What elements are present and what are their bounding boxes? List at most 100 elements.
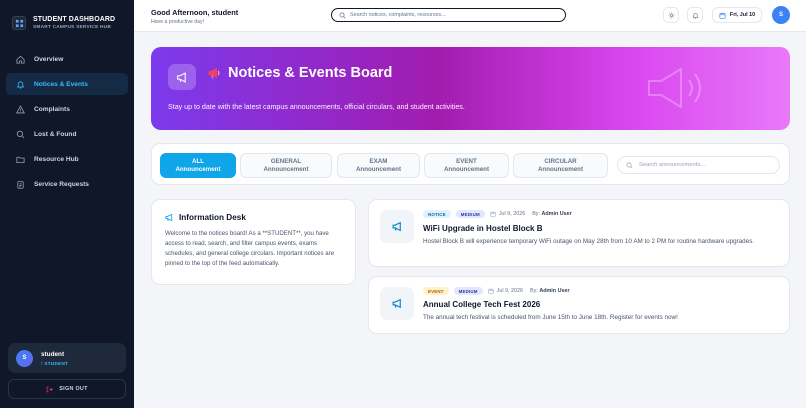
user-role: ⁞ STUDENT bbox=[41, 360, 69, 366]
sidebar-item-label: Overview bbox=[34, 55, 64, 63]
clipboard-icon bbox=[15, 179, 25, 189]
brand-title: STUDENT DASHBOARD bbox=[33, 16, 116, 23]
info-desk-title: Information Desk bbox=[179, 213, 246, 222]
user-name: student bbox=[41, 350, 65, 358]
notice-author: By: Admin User bbox=[532, 211, 572, 217]
filter-general-button[interactable]: GENERAL Announcement bbox=[240, 153, 332, 178]
priority-badge: MEDIUM bbox=[455, 210, 485, 218]
search-icon bbox=[339, 12, 346, 19]
sidebar-item-label: Notices & Events bbox=[34, 80, 88, 88]
dashboard-grid-icon bbox=[12, 16, 26, 30]
filter-sublabel: Announcement bbox=[175, 165, 221, 173]
notice-description: The annual tech festival is scheduled fr… bbox=[423, 314, 678, 321]
author-name: Admin User bbox=[541, 211, 572, 217]
greeting-title: Good Afternoon, student bbox=[151, 8, 239, 17]
sidebar-item-label: Resource Hub bbox=[34, 155, 79, 163]
information-desk: Information Desk Welcome to the notices … bbox=[151, 199, 356, 285]
megaphone-icon bbox=[165, 213, 173, 222]
sidebar-item-service-requests[interactable]: Service Requests bbox=[6, 173, 128, 195]
filter-sublabel: Announcement bbox=[355, 165, 402, 173]
filter-event-button[interactable]: EVENT Announcement bbox=[424, 153, 509, 178]
notice-meta: NOTICE MEDIUM Jul 9, 2026 By: Admin User bbox=[423, 210, 572, 218]
notice-card[interactable]: EVENT MEDIUM Jul 9, 2026 By: Admin User … bbox=[368, 276, 790, 334]
notice-date: Jul 9, 2026 bbox=[488, 288, 523, 294]
sidebar-item-label: Complaints bbox=[34, 105, 70, 113]
global-search[interactable] bbox=[331, 8, 566, 22]
megaphone-icon bbox=[168, 64, 196, 90]
bell-icon bbox=[15, 79, 25, 89]
calendar-icon bbox=[719, 12, 726, 19]
brand[interactable]: STUDENT DASHBOARD SMART CAMPUS SERVICE H… bbox=[0, 0, 134, 34]
info-desk-text: Welcome to the notices board! As a **STU… bbox=[165, 230, 335, 267]
theme-toggle-button[interactable] bbox=[663, 7, 679, 23]
notice-description: Hostel Block B will experience temporary… bbox=[423, 238, 755, 245]
logout-icon bbox=[46, 386, 54, 392]
filter-label: CIRCULAR bbox=[544, 157, 577, 165]
sign-out-button[interactable]: SIGN OUT bbox=[8, 379, 126, 399]
loudspeaker-icon bbox=[208, 68, 220, 79]
notice-title: Annual College Tech Fest 2026 bbox=[423, 300, 541, 309]
filter-bar: ALL Announcement GENERAL Announcement EX… bbox=[151, 143, 790, 185]
notice-date-text: Jul 9, 2026 bbox=[496, 288, 524, 294]
sun-icon bbox=[668, 12, 674, 18]
notice-date-text: Jul 9, 2026 bbox=[498, 211, 526, 217]
author-name: Admin User bbox=[539, 288, 570, 294]
search-icon bbox=[626, 162, 633, 169]
megaphone-icon bbox=[380, 287, 414, 320]
filter-exam-button[interactable]: EXAM Announcement bbox=[337, 153, 420, 178]
profile-avatar[interactable]: S bbox=[772, 6, 790, 24]
notice-meta: EVENT MEDIUM Jul 9, 2026 By: Admin User bbox=[423, 287, 570, 295]
by-label: By: bbox=[532, 211, 540, 217]
type-badge: NOTICE bbox=[423, 210, 451, 218]
sidebar-item-notices-events[interactable]: Notices & Events bbox=[6, 73, 128, 95]
notice-card[interactable]: NOTICE MEDIUM Jul 9, 2026 By: Admin User… bbox=[368, 199, 790, 267]
filter-sublabel: Announcement bbox=[443, 165, 490, 173]
calendar-icon bbox=[490, 211, 496, 217]
sign-out-label: SIGN OUT bbox=[59, 386, 88, 392]
sidebar: STUDENT DASHBOARD SMART CAMPUS SERVICE H… bbox=[0, 0, 134, 408]
user-card[interactable]: S student ⁞ STUDENT bbox=[8, 343, 126, 373]
announcement-search[interactable] bbox=[617, 156, 780, 174]
sidebar-nav: Overview Notices & Events Complaints Los… bbox=[6, 48, 128, 198]
bell-icon bbox=[691, 12, 699, 19]
filter-label: ALL bbox=[191, 157, 205, 165]
by-label: By: bbox=[530, 288, 538, 294]
hero-banner: Notices & Events Board Stay up to date w… bbox=[151, 47, 790, 130]
greeting: Good Afternoon, student Have a productiv… bbox=[151, 8, 238, 25]
priority-badge: MEDIUM bbox=[453, 287, 483, 295]
search-icon bbox=[15, 129, 25, 139]
global-search-input[interactable] bbox=[350, 12, 550, 18]
warning-icon bbox=[15, 104, 25, 114]
page-title: Notices & Events Board bbox=[228, 65, 393, 81]
type-badge: EVENT bbox=[423, 287, 449, 295]
sidebar-item-label: Service Requests bbox=[34, 180, 89, 188]
date-pill[interactable]: Fri, Jul 10 bbox=[712, 7, 762, 23]
avatar: S bbox=[16, 349, 33, 367]
megaphone-watermark-icon bbox=[648, 67, 701, 109]
megaphone-icon bbox=[380, 210, 414, 243]
brand-subtitle: SMART CAMPUS SERVICE HUB bbox=[33, 25, 112, 30]
filter-label: EXAM bbox=[369, 157, 388, 165]
filter-label: GENERAL bbox=[270, 157, 302, 165]
notice-date: Jul 9, 2026 bbox=[490, 211, 525, 217]
calendar-icon bbox=[488, 288, 494, 294]
home-icon bbox=[15, 54, 25, 64]
sidebar-item-overview[interactable]: Overview bbox=[6, 48, 128, 70]
announcement-search-input[interactable] bbox=[639, 162, 779, 168]
date-text: Fri, Jul 10 bbox=[729, 12, 756, 18]
greeting-subtitle: Have a productive day! bbox=[151, 19, 205, 25]
filter-all-button[interactable]: ALL Announcement bbox=[160, 153, 236, 178]
notifications-button[interactable] bbox=[687, 7, 703, 23]
notice-title: WiFi Upgrade in Hostel Block B bbox=[423, 224, 543, 233]
sidebar-item-label: Lost & Found bbox=[34, 130, 77, 138]
filter-circular-button[interactable]: CIRCULAR Announcement bbox=[513, 153, 608, 178]
filter-sublabel: Announcement bbox=[537, 165, 584, 173]
filter-label: EVENT bbox=[456, 157, 477, 165]
filter-sublabel: Announcement bbox=[263, 165, 309, 173]
notice-author: By: Admin User bbox=[530, 288, 570, 294]
folder-icon bbox=[15, 154, 25, 164]
sidebar-item-resource-hub[interactable]: Resource Hub bbox=[6, 148, 128, 170]
sidebar-item-complaints[interactable]: Complaints bbox=[6, 98, 128, 120]
hero-description: Stay up to date with the latest campus a… bbox=[168, 103, 465, 111]
sidebar-item-lost-found[interactable]: Lost & Found bbox=[6, 123, 128, 145]
